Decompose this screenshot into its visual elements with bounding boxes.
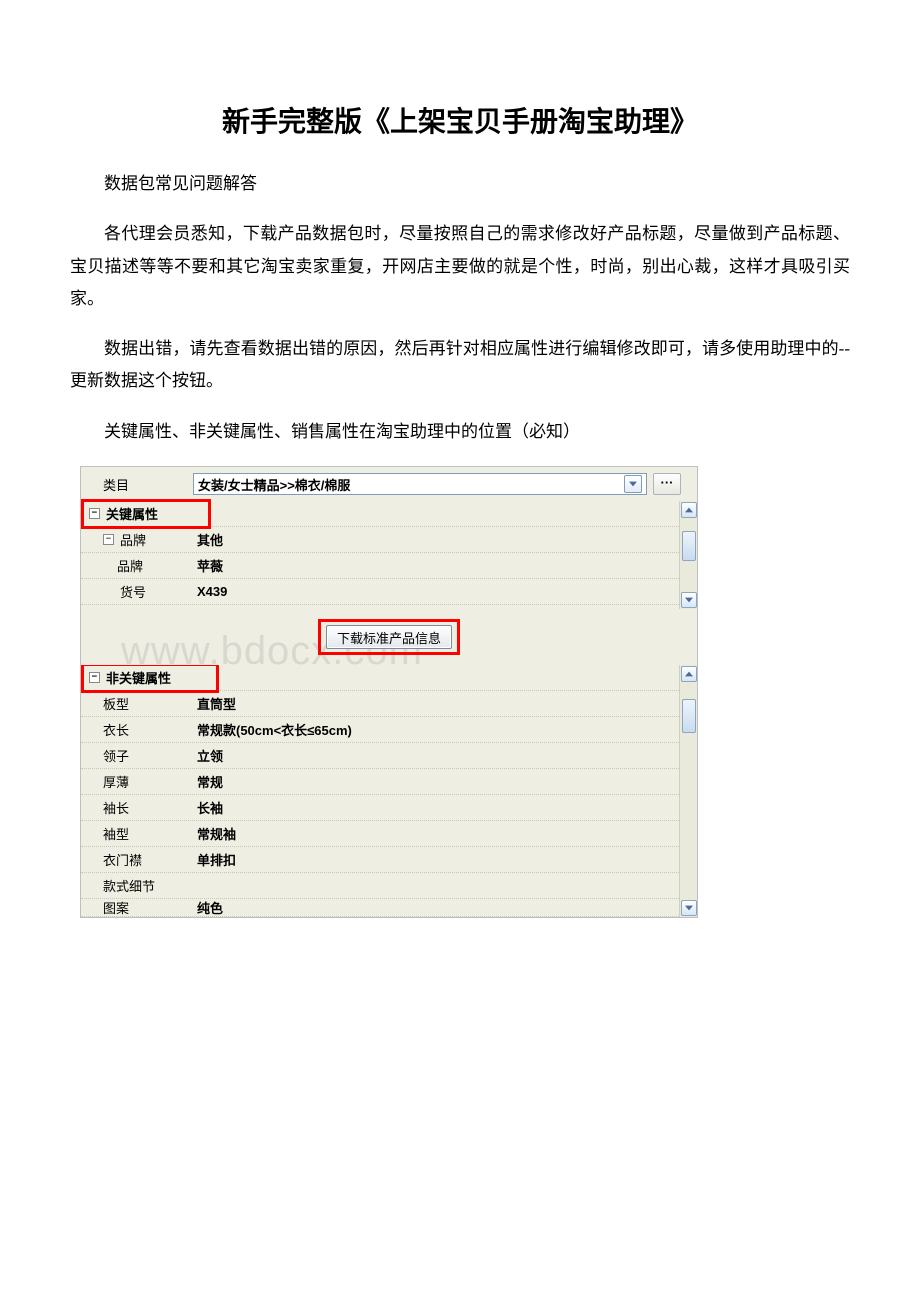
chevron-down-icon[interactable] xyxy=(624,475,642,493)
attr-label: 厚薄 xyxy=(103,772,129,791)
attr-label: 衣长 xyxy=(103,720,129,739)
attr-label: 袖型 xyxy=(103,824,129,843)
attr-value[interactable]: 长袖 xyxy=(193,798,679,817)
section-key-label: 关键属性 xyxy=(106,504,158,523)
attr-row[interactable]: 袖长 长袖 xyxy=(81,795,679,821)
scroll-up-icon[interactable] xyxy=(681,502,697,518)
attr-row[interactable]: 图案 纯色 xyxy=(81,899,679,917)
section-nonkey-label: 非关键属性 xyxy=(106,668,171,687)
category-combo-value: 女装/女士精品>>棉衣/棉服 xyxy=(198,475,624,494)
scroll-down-icon[interactable] xyxy=(681,900,697,916)
attr-value[interactable]: 直筒型 xyxy=(193,694,679,713)
collapse-icon[interactable]: − xyxy=(89,672,100,683)
attr-label: 袖长 xyxy=(103,798,129,817)
paragraph-1: 数据包常见问题解答 xyxy=(70,168,850,200)
category-combo[interactable]: 女装/女士精品>>棉衣/棉服 xyxy=(193,473,647,495)
attr-row-sku[interactable]: 货号 X439 xyxy=(81,579,679,605)
attr-row[interactable]: 厚薄 常规 xyxy=(81,769,679,795)
scroll-thumb[interactable] xyxy=(682,699,696,733)
paragraph-2: 各代理会员悉知，下载产品数据包时，尽量按照自己的需求修改好产品标题，尽量做到产品… xyxy=(70,218,850,315)
attr-label: 领子 xyxy=(103,746,129,765)
document-title: 新手完整版《上架宝贝手册淘宝助理》 xyxy=(70,100,850,140)
attr-row-brand-2[interactable]: 品牌 苹薇 xyxy=(81,553,679,579)
collapse-icon[interactable]: − xyxy=(89,508,100,519)
attr-value[interactable]: 立领 xyxy=(193,746,679,765)
attr-label: 衣门襟 xyxy=(103,850,142,869)
attr-label: 板型 xyxy=(103,694,129,713)
attr-label: 货号 xyxy=(120,582,146,601)
download-product-info-button[interactable]: 下载标准产品信息 xyxy=(326,625,452,649)
attr-value[interactable]: 其他 xyxy=(193,530,679,549)
attr-value[interactable]: X439 xyxy=(193,584,679,599)
paragraph-4: 关键属性、非关键属性、销售属性在淘宝助理中的位置（必知） xyxy=(70,416,850,448)
key-attributes-panel: − 关键属性 − 品牌 其他 品牌 苹薇 xyxy=(81,501,697,609)
attr-row[interactable]: 袖型 常规袖 xyxy=(81,821,679,847)
nonkey-attributes-panel: − 非关键属性 板型 直筒型 衣长 常规款(50cm<衣长≤65cm) 领子 立… xyxy=(81,665,697,917)
attr-row[interactable]: 衣长 常规款(50cm<衣长≤65cm) xyxy=(81,717,679,743)
attr-row[interactable]: 板型 直筒型 xyxy=(81,691,679,717)
attr-value[interactable]: 苹薇 xyxy=(193,556,679,575)
attr-label: 款式细节 xyxy=(103,876,155,895)
scroll-down-icon[interactable] xyxy=(681,592,697,608)
paragraph-3: 数据出错，请先查看数据出错的原因，然后再针对相应属性进行编辑修改即可，请多使用助… xyxy=(70,333,850,398)
attr-row[interactable]: 衣门襟 单排扣 xyxy=(81,847,679,873)
attr-value[interactable]: 常规袖 xyxy=(193,824,679,843)
category-more-button[interactable]: ··· xyxy=(653,473,681,495)
attr-value[interactable]: 常规款(50cm<衣长≤65cm) xyxy=(193,720,679,739)
scroll-up-icon[interactable] xyxy=(681,666,697,682)
scroll-thumb[interactable] xyxy=(682,531,696,561)
category-label: 类目 xyxy=(89,475,129,494)
attr-value[interactable]: 常规 xyxy=(193,772,679,791)
attr-row-brand-1[interactable]: − 品牌 其他 xyxy=(81,527,679,553)
attr-value[interactable]: 单排扣 xyxy=(193,850,679,869)
attr-value[interactable]: 纯色 xyxy=(193,898,679,917)
taobao-assistant-panel: 类目 女装/女士精品>>棉衣/棉服 ··· xyxy=(80,466,698,918)
attr-label: 品牌 xyxy=(117,556,143,575)
download-band: www.bdocx.com 下载标准产品信息 xyxy=(81,609,697,665)
attr-label: 品牌 xyxy=(120,530,146,549)
collapse-icon[interactable]: − xyxy=(103,534,114,545)
attr-label: 图案 xyxy=(103,898,129,917)
attr-row[interactable]: 领子 立领 xyxy=(81,743,679,769)
section-key-attributes[interactable]: − 关键属性 xyxy=(81,501,679,527)
section-nonkey-attributes[interactable]: − 非关键属性 xyxy=(81,665,679,691)
attr-row[interactable]: 款式细节 xyxy=(81,873,679,899)
download-button-label: 下载标准产品信息 xyxy=(337,628,441,647)
